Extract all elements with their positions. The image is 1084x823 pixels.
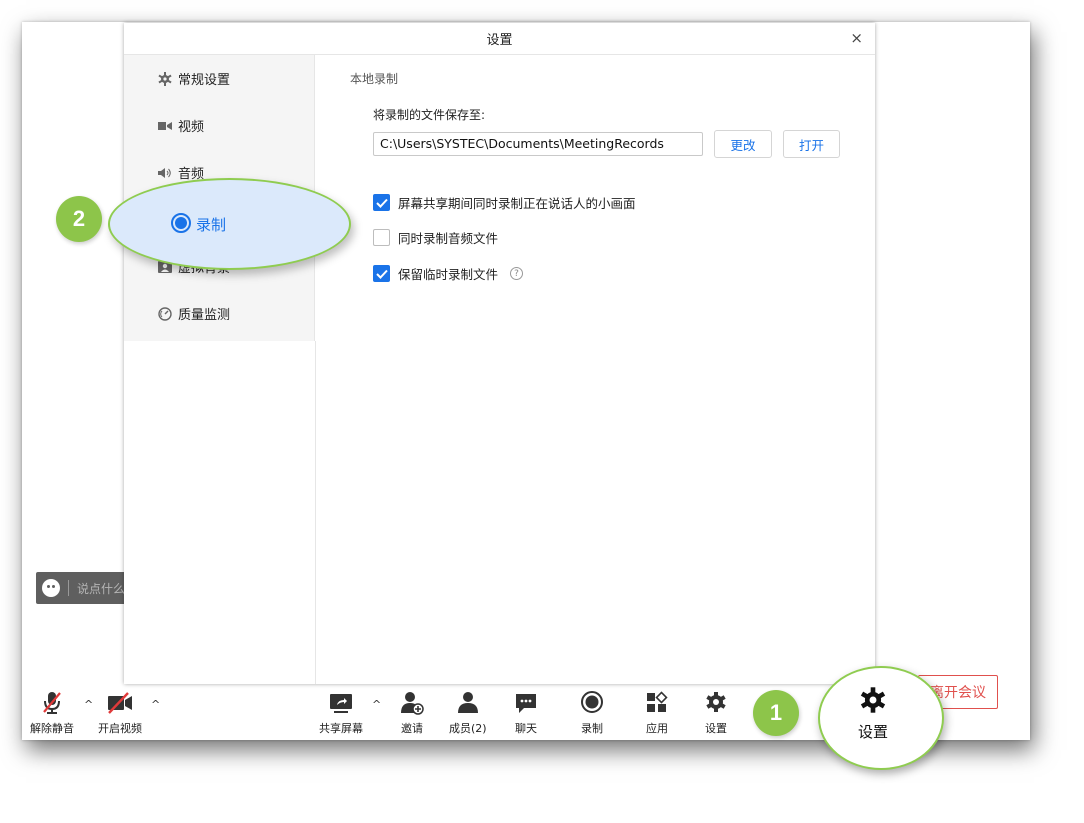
sidebar-item-label: 常规设置 — [178, 73, 231, 88]
video-options-caret[interactable]: ^ — [151, 698, 160, 711]
record-icon — [171, 213, 191, 233]
dialog-title: 设置 — [486, 33, 513, 48]
gear-icon — [860, 687, 886, 713]
page: 说点什么 解除静音 ^ 开启视频 ^ 共享屏幕 ^ 邀请 成员(2) 聊天 录制… — [0, 0, 1084, 823]
sidebar-item-general[interactable]: 常规设置 — [158, 69, 230, 88]
invite-icon — [401, 692, 424, 715]
audio-options-caret[interactable]: ^ — [84, 698, 93, 711]
members-button[interactable]: 成员(2) — [449, 690, 487, 736]
sidebar-item-label: 质量监测 — [178, 308, 231, 323]
invite-button[interactable]: 邀请 — [399, 690, 425, 736]
video-camera-icon — [158, 119, 172, 133]
open-folder-button[interactable]: 打开 — [783, 130, 840, 158]
share-options-caret[interactable]: ^ — [372, 698, 381, 711]
unmute-button[interactable]: 解除静音 — [30, 690, 74, 736]
settings-button[interactable]: 设置 — [703, 690, 729, 736]
share-screen-label: 共享屏幕 — [319, 722, 363, 735]
gear-icon — [158, 71, 172, 86]
checkbox-checked[interactable] — [373, 265, 390, 282]
change-path-button[interactable]: 更改 — [714, 130, 772, 158]
sidebar-item-quality-monitor[interactable]: 质量监测 — [158, 304, 230, 323]
video-off-icon — [108, 692, 132, 714]
chat-label: 聊天 — [515, 722, 537, 735]
start-video-label: 开启视频 — [98, 722, 142, 735]
emoji-icon[interactable] — [42, 579, 60, 597]
members-label: 成员(2) — [449, 722, 487, 735]
speaker-icon — [158, 166, 172, 180]
gauge-icon — [158, 306, 172, 321]
sidebar-item-video[interactable]: 视频 — [158, 116, 204, 135]
option-record-audio-file[interactable]: 同时录制音频文件 — [373, 228, 498, 247]
option-label: 同时录制音频文件 — [398, 231, 499, 246]
apps-label: 应用 — [646, 722, 668, 735]
settings-callout: 设置 — [850, 685, 896, 742]
close-icon[interactable]: × — [850, 29, 863, 47]
option-keep-temp-files[interactable]: 保留临时录制文件 ? — [373, 264, 524, 283]
step-2-badge: 2 — [56, 196, 102, 242]
share-screen-button[interactable]: 共享屏幕 — [319, 690, 363, 736]
settings-dialog: 设置 × 常规设置 视频 音频 质量监测 本地录制 将录制的文件保存至: C:\… — [124, 23, 875, 684]
chat-button[interactable]: 聊天 — [514, 690, 538, 736]
checkbox-checked[interactable] — [373, 194, 390, 211]
checkbox-unchecked[interactable] — [373, 229, 390, 246]
option-label: 屏幕共享期间同时录制正在说话人的小画面 — [398, 196, 636, 211]
apps-icon — [647, 691, 668, 712]
mic-muted-icon — [43, 692, 61, 714]
unmute-label: 解除静音 — [30, 722, 74, 735]
settings-callout-label: 设置 — [857, 723, 888, 741]
recording-callout-bubble — [108, 178, 351, 270]
settings-label: 设置 — [705, 722, 727, 735]
recording-callout-label: 录制 — [196, 216, 227, 234]
dialog-titlebar: 设置 × — [124, 23, 875, 55]
record-label: 录制 — [581, 722, 603, 735]
record-button[interactable]: 录制 — [579, 690, 605, 736]
gear-icon — [706, 692, 726, 712]
invite-label: 邀请 — [401, 722, 423, 735]
share-screen-icon — [330, 694, 352, 713]
apps-button[interactable]: 应用 — [644, 690, 670, 736]
option-label: 保留临时录制文件 — [398, 267, 499, 282]
members-icon — [457, 692, 478, 713]
option-record-speaker-thumbnail[interactable]: 屏幕共享期间同时录制正在说话人的小画面 — [373, 193, 636, 212]
start-video-button[interactable]: 开启视频 — [98, 690, 142, 736]
chat-placeholder: 说点什么 — [77, 581, 126, 596]
chat-divider — [68, 580, 69, 596]
sidebar-item-label: 视频 — [178, 120, 205, 135]
step-1-badge: 1 — [753, 690, 799, 736]
record-icon — [581, 691, 603, 713]
chat-icon — [516, 694, 536, 713]
save-path-field[interactable]: C:\Users\SYSTEC\Documents\MeetingRecords — [373, 132, 703, 156]
section-title: 本地录制 — [350, 72, 399, 86]
recording-settings-panel: 本地录制 将录制的文件保存至: C:\Users\SYSTEC\Document… — [316, 55, 875, 684]
save-to-label: 将录制的文件保存至: — [373, 108, 486, 122]
help-icon[interactable]: ? — [510, 267, 524, 280]
